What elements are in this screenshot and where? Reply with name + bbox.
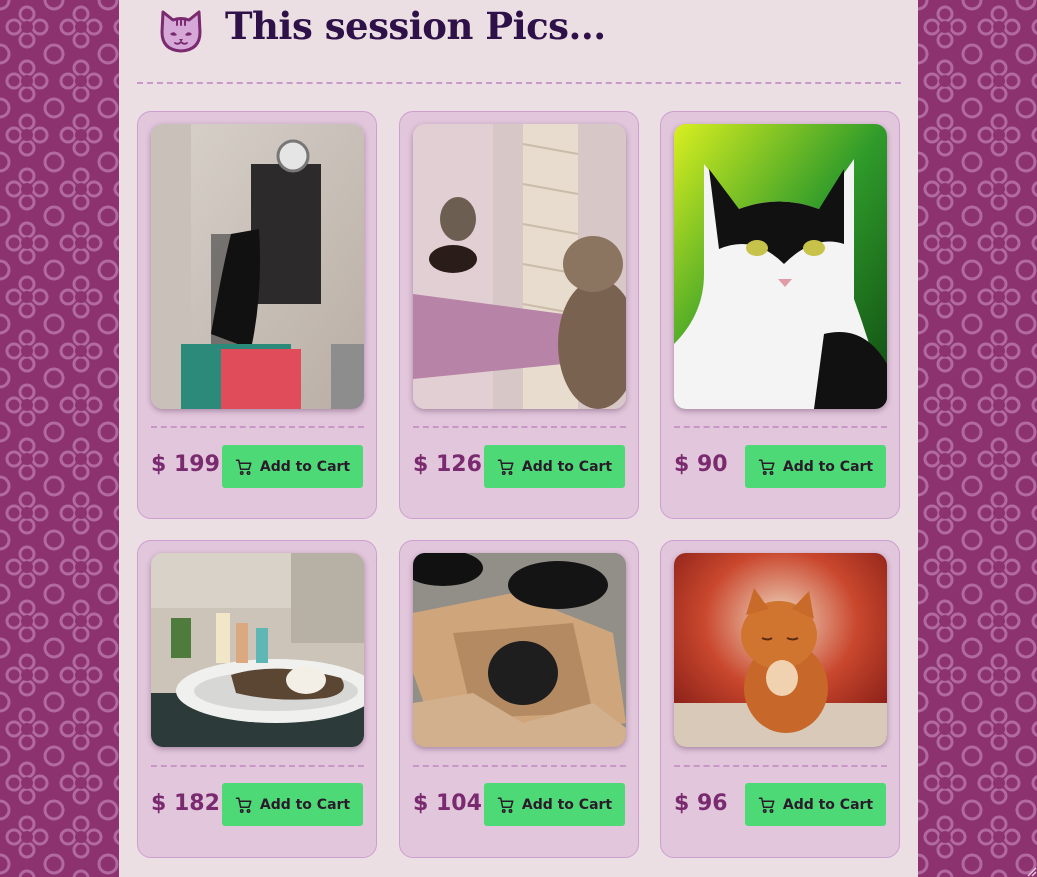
card-divider [151,765,364,767]
product-card: $ 199 Add to Cart [137,111,377,519]
product-photo[interactable] [413,553,626,747]
card-divider [674,426,887,428]
price-label: $ 126 [413,452,482,477]
add-to-cart-label: Add to Cart [782,796,874,813]
card-divider [151,426,364,428]
product-photo[interactable] [151,124,364,409]
add-to-cart-button[interactable]: Add to Cart [745,445,886,488]
header-divider [137,82,901,84]
price-label: $ 199 [151,452,220,477]
add-to-cart-label: Add to Cart [521,796,613,813]
add-to-cart-button[interactable]: Add to Cart [484,783,625,826]
add-to-cart-label: Add to Cart [782,458,874,475]
add-to-cart-label: Add to Cart [259,796,351,813]
add-to-cart-button[interactable]: Add to Cart [222,783,363,826]
card-divider [413,426,626,428]
add-to-cart-button[interactable]: Add to Cart [745,783,886,826]
product-photo[interactable] [674,124,887,409]
product-card: $ 104 Add to Cart [399,540,639,858]
product-card: $ 96 Add to Cart [660,540,900,858]
shopping-cart-icon [497,797,514,813]
product-photo[interactable] [413,124,626,409]
page-title: This session Pics... [225,4,606,48]
add-to-cart-label: Add to Cart [259,458,351,475]
add-to-cart-label: Add to Cart [521,458,613,475]
shopping-cart-icon [758,797,775,813]
product-card: $ 182 Add to Cart [137,540,377,858]
shopping-cart-icon [235,797,252,813]
page-header: This session Pics... [137,0,901,84]
card-divider [674,765,887,767]
shopping-cart-icon [758,459,775,475]
shopping-cart-icon [497,459,514,475]
product-photo[interactable] [674,553,887,747]
price-label: $ 182 [151,791,220,816]
cat-face-icon [160,10,202,53]
main-panel: This session Pics... $ 199 Add to Cart $… [119,0,918,877]
price-label: $ 104 [413,791,482,816]
product-card: $ 126 Add to Cart [399,111,639,519]
add-to-cart-button[interactable]: Add to Cart [222,445,363,488]
card-divider [413,765,626,767]
product-card: $ 90 Add to Cart [660,111,900,519]
product-photo[interactable] [151,553,364,747]
price-label: $ 96 [674,791,728,816]
price-label: $ 90 [674,452,728,477]
resize-grip-icon[interactable] [1025,865,1037,877]
add-to-cart-button[interactable]: Add to Cart [484,445,625,488]
shopping-cart-icon [235,459,252,475]
